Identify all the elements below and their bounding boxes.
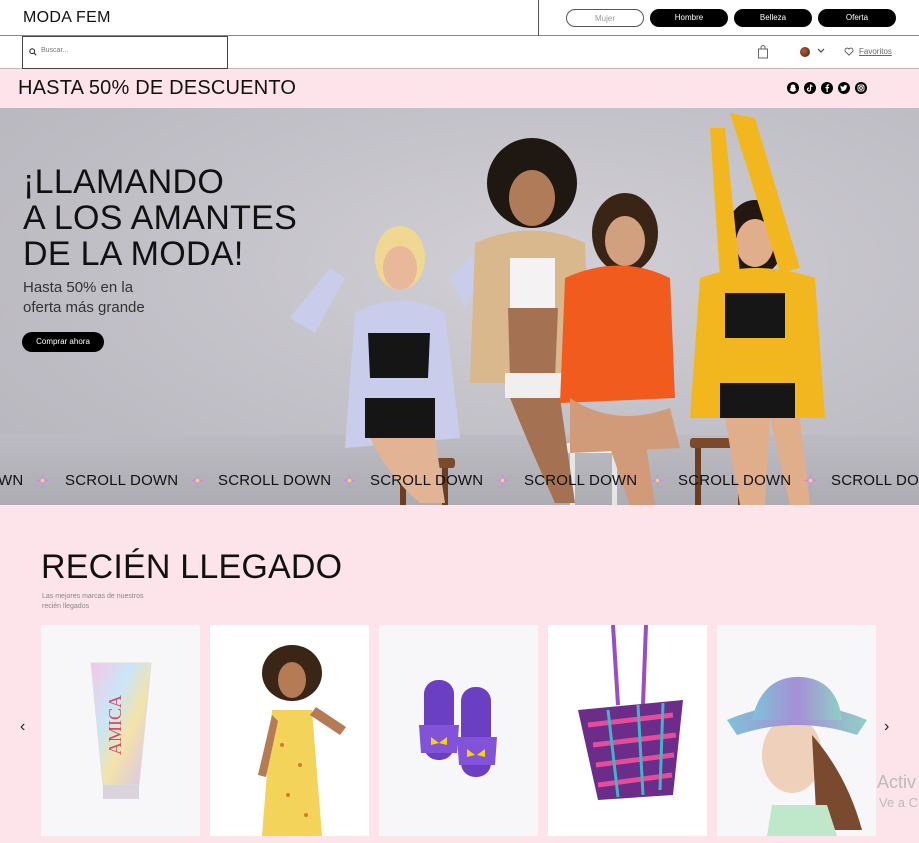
sparkle-icon: [496, 474, 509, 487]
promo-text: HASTA 50% DE DESCUENTO: [18, 77, 297, 99]
category-mujer-button[interactable]: Mujer: [566, 9, 644, 27]
tiktok-icon[interactable]: [804, 82, 816, 94]
marquee-text: SCROLL DOWN: [65, 472, 179, 489]
snapchat-icon[interactable]: [787, 82, 799, 94]
hero-subtitle: Hasta 50% en la oferta más grande: [23, 278, 145, 318]
twitter-icon[interactable]: [838, 82, 850, 94]
hero-models-image: [290, 113, 825, 505]
hero-headline-line2: A LOS AMANTES: [23, 199, 298, 237]
shop-now-button[interactable]: Comprar ahora: [22, 332, 104, 352]
facebook-icon[interactable]: [821, 82, 833, 94]
marquee-text: SCROLL DOW: [831, 472, 919, 489]
promo-banner: HASTA 50% DE DESCUENTO: [0, 69, 919, 108]
marquee-text: SCROLL DOWN: [524, 472, 638, 489]
product-card[interactable]: [210, 625, 369, 836]
bucket-hat-product-image: [727, 676, 867, 836]
new-arrivals-section: RECIÉN LLEGADO Las mejores marcas de nue…: [0, 505, 919, 843]
product-card[interactable]: [548, 625, 707, 836]
search-row: Favoritos: [0, 36, 919, 69]
marquee-text: SCROLL DOWN: [370, 472, 484, 489]
hero-subtitle-line1: Hasta 50% en la: [23, 279, 134, 296]
hero-headline-line3: DE LA MODA!: [23, 235, 244, 273]
sparkle-icon: [651, 474, 664, 487]
heart-icon[interactable]: [844, 47, 854, 56]
marquee-text: WN: [0, 472, 24, 489]
avatar[interactable]: [800, 47, 810, 57]
category-oferta-button[interactable]: Oferta: [818, 9, 896, 27]
marquee-text: SCROLL DOWN: [678, 472, 792, 489]
slides-product-image: [419, 680, 497, 777]
category-hombre-button[interactable]: Hombre: [650, 9, 728, 27]
watermark-text: Activ: [877, 772, 917, 792]
search-input[interactable]: [41, 47, 211, 54]
top-bar: MODA FEM Mujer Hombre Belleza Oferta: [0, 0, 919, 36]
hero-subtitle-line2: oferta más grande: [23, 299, 145, 316]
sparkle-icon: [191, 474, 204, 487]
brand-logo[interactable]: MODA FEM: [23, 9, 111, 27]
product-card[interactable]: [717, 625, 876, 836]
category-belleza-button[interactable]: Belleza: [734, 9, 812, 27]
carousel-next-arrow[interactable]: ›: [884, 718, 889, 736]
bag-product-image: [578, 625, 683, 800]
search-box[interactable]: [22, 36, 228, 69]
chevron-down-icon[interactable]: [817, 48, 825, 54]
product-card[interactable]: AMICA: [41, 625, 200, 836]
sparkle-icon: [804, 474, 817, 487]
dress-product-image: [258, 645, 346, 836]
sparkle-icon: [343, 474, 356, 487]
shopping-bag-icon[interactable]: [757, 45, 769, 59]
sparkle-icon: [36, 474, 49, 487]
hero-headline-line1: ¡LLAMANDO: [23, 163, 225, 201]
section-subtitle: Las mejores marcas de nuestros recién ll…: [42, 593, 144, 610]
tube-product-image: AMICA: [90, 662, 152, 799]
scroll-marquee: WN SCROLL DOWN SCROLL DOWN SCROLL DOWN S…: [0, 470, 919, 494]
favorites-link[interactable]: Favoritos: [859, 47, 892, 56]
section-title: RECIÉN LLEGADO: [41, 548, 343, 586]
instagram-icon[interactable]: [855, 82, 867, 94]
svg-text:AMICA: AMICA: [105, 695, 125, 755]
hero-headline: ¡LLAMANDO A LOS AMANTES DE LA MODA!: [23, 164, 297, 272]
divider: [538, 0, 539, 36]
search-icon: [29, 48, 37, 56]
marquee-text: SCROLL DOWN: [218, 472, 332, 489]
watermark-subtext: Ve a C: [879, 795, 919, 810]
carousel-prev-arrow[interactable]: ‹: [20, 718, 25, 736]
hero-banner: ¡LLAMANDO A LOS AMANTES DE LA MODA! Hast…: [0, 108, 919, 505]
product-card[interactable]: [379, 625, 538, 836]
